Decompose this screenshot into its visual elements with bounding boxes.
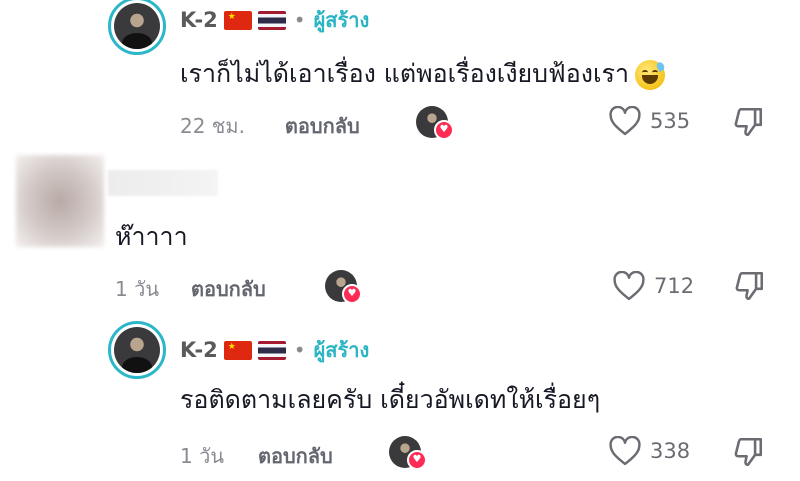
comment-text: ห๊าาาา	[115, 222, 188, 251]
like-count: 535	[650, 109, 691, 133]
comment-3: K-2 ★ • ผู้สร้าง รอติดตามเลยครับ เดี๋ยวอ…	[0, 318, 800, 481]
dislike-icon[interactable]	[731, 435, 765, 469]
creator-avatar[interactable]	[108, 0, 166, 55]
china-flag-icon: ★	[223, 340, 252, 360]
creator-badge: ผู้สร้าง	[313, 8, 370, 32]
comment-text: รอติดตามเลยครับ เดี๋ยวอัพเดทให้เรื่อยๆ	[180, 385, 601, 414]
separator: •	[293, 338, 306, 362]
heart-icon: ♥	[342, 284, 362, 304]
dislike-icon[interactable]	[732, 269, 766, 303]
creator-liked-indicator: ♥	[416, 106, 456, 142]
heart-icon: ♥	[407, 450, 427, 470]
like-heart-icon[interactable]	[608, 106, 642, 136]
reply-button[interactable]: ตอบกลับ	[285, 110, 360, 142]
like-heart-icon[interactable]	[612, 271, 646, 301]
creator-liked-indicator: ♥	[389, 436, 429, 472]
separator: •	[293, 8, 306, 32]
comment-1: K-2 ★ • ผู้สร้าง เราก็ไม่ได้เอาเรื่อง แต…	[0, 0, 800, 150]
user-avatar[interactable]	[16, 155, 104, 247]
reply-button[interactable]: ตอบกลับ	[191, 273, 266, 305]
creator-avatar[interactable]	[108, 321, 166, 379]
username[interactable]	[108, 170, 218, 196]
comment-2: ห๊าาาา 1 วัน ตอบกลับ ♥ 712	[0, 150, 800, 310]
china-flag-icon: ★	[223, 10, 252, 30]
like-count: 712	[654, 274, 695, 298]
creator-liked-indicator: ♥	[325, 270, 365, 306]
like-heart-icon[interactable]	[608, 436, 642, 466]
grinning-sweat-emoji-icon	[635, 60, 666, 90]
thailand-flag-icon	[257, 10, 286, 30]
heart-icon: ♥	[434, 120, 454, 140]
like-count: 338	[650, 439, 691, 463]
username[interactable]: K-2	[180, 8, 218, 32]
username[interactable]: K-2	[180, 338, 218, 362]
comment-time: 1 วัน	[180, 444, 224, 468]
dislike-icon[interactable]	[731, 105, 765, 139]
thailand-flag-icon	[257, 340, 286, 360]
reply-button[interactable]: ตอบกลับ	[258, 440, 333, 472]
creator-badge: ผู้สร้าง	[313, 338, 370, 362]
comment-text: เราก็ไม่ได้เอาเรื่อง แต่พอเรื่องเงียบฟ้อ…	[180, 54, 666, 94]
comment-time: 1 วัน	[115, 277, 159, 301]
comment-time: 22 ชม.	[180, 114, 245, 138]
